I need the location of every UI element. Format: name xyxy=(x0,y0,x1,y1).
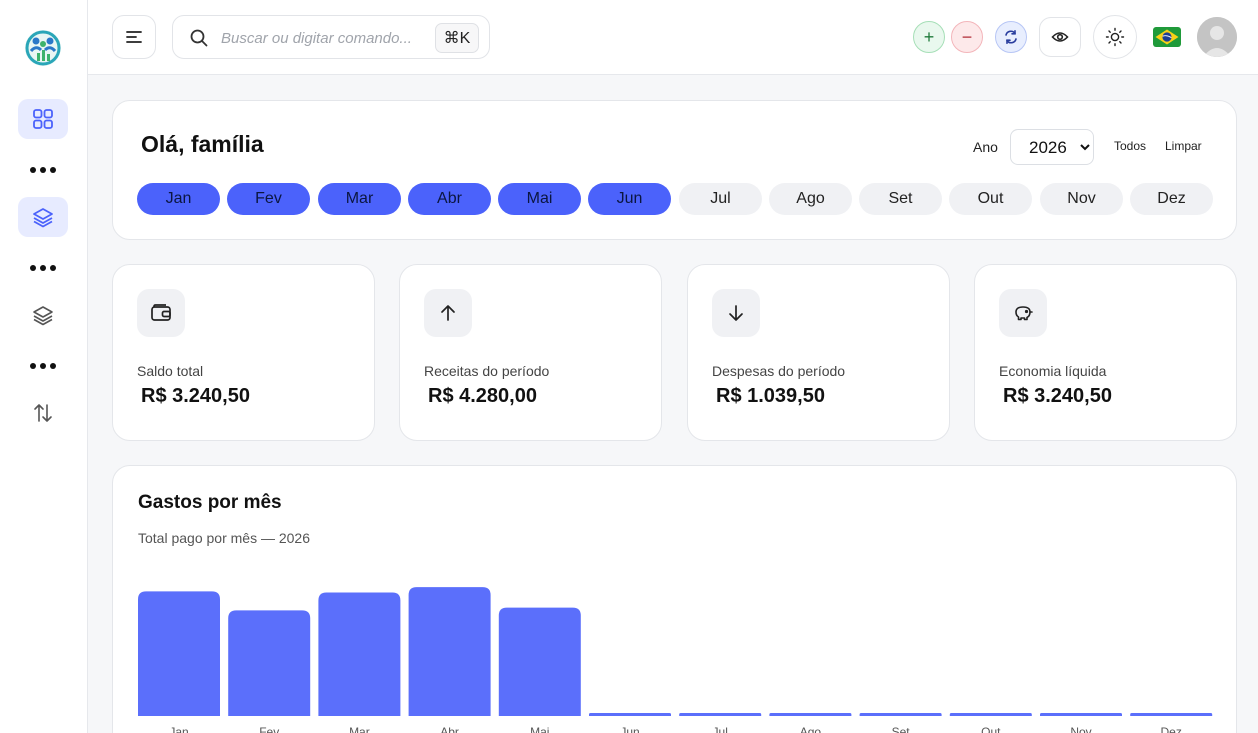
chart-x-tick-label: Abr xyxy=(440,725,459,733)
month-chip-jan[interactable]: Jan xyxy=(137,183,220,215)
search-icon xyxy=(190,29,208,47)
chart-bar-mar[interactable] xyxy=(318,592,401,717)
theme-toggle-button[interactable] xyxy=(1093,15,1137,59)
chart-x-tick-label: Jan xyxy=(169,725,188,733)
add-expense-button[interactable]: − xyxy=(951,21,983,53)
monthly-expenses-bar-chart: Jan Fev Mar Abr Mai Jun Jul Ago Set Out Nov Dez xyxy=(138,587,1213,733)
month-chips: Jan Fev Mar Abr Mai Jun Jul Ago Set Out … xyxy=(137,183,1213,215)
chart-bar-mai[interactable] xyxy=(498,607,581,716)
sort-arrows-icon xyxy=(34,404,52,422)
toggle-sidebar-button[interactable] xyxy=(112,15,156,59)
year-select[interactable]: 2026 xyxy=(1010,129,1094,165)
month-chip-set[interactable]: Set xyxy=(859,183,942,215)
chart-x-tick-label: Jul xyxy=(713,725,728,733)
sidebar-categories-button[interactable] xyxy=(18,295,68,335)
month-chip-out[interactable]: Out xyxy=(949,183,1032,215)
chart-x-tick-label: Dez xyxy=(1161,725,1182,733)
stat-value: R$ 3.240,50 xyxy=(1003,385,1112,407)
eye-icon xyxy=(1051,32,1069,42)
chart-x-tick-label: Jun xyxy=(620,725,639,733)
chart-bar-ago[interactable] xyxy=(769,713,852,716)
month-chip-nov[interactable]: Nov xyxy=(1040,183,1123,215)
chart-bar-set[interactable] xyxy=(859,713,942,716)
stat-label: Economia líquida xyxy=(999,363,1107,379)
sidebar-more-icon[interactable] xyxy=(30,263,56,273)
sync-button[interactable] xyxy=(995,21,1027,53)
chart-x-tick-label: Set xyxy=(892,725,911,733)
stat-value: R$ 4.280,00 xyxy=(428,385,537,407)
month-chip-ago[interactable]: Ago xyxy=(769,183,852,215)
chart-x-tick-label: Ago xyxy=(800,725,822,733)
chart-bar-jun[interactable] xyxy=(589,713,671,716)
piggy-bank-icon xyxy=(999,289,1047,337)
stat-label: Despesas do período xyxy=(712,363,846,379)
stat-label: Saldo total xyxy=(137,363,204,379)
sidebar-more-icon[interactable] xyxy=(30,361,56,371)
monthly-expenses-chart-card: Gastos por mês Total pago por mês — 2026… xyxy=(112,465,1237,733)
wallet-icon xyxy=(137,289,185,337)
shortcut-badge: ⌘K xyxy=(435,23,479,53)
chart-bar-out[interactable] xyxy=(949,713,1032,716)
sidebar-more-icon[interactable] xyxy=(30,165,56,175)
top-bar: ⌘K + − xyxy=(88,0,1258,75)
stat-value: R$ 3.240,50 xyxy=(141,385,250,407)
search-input[interactable] xyxy=(221,26,431,50)
layers-icon xyxy=(33,208,53,228)
user-avatar[interactable] xyxy=(1197,17,1237,57)
sidebar-transactions-button[interactable] xyxy=(18,393,68,433)
sidebar xyxy=(0,0,88,733)
chart-x-tick-label: Nov xyxy=(1070,725,1091,733)
stat-value: R$ 1.039,50 xyxy=(716,385,825,407)
month-chip-jul[interactable]: Jul xyxy=(679,183,762,215)
sidebar-layers-button[interactable] xyxy=(18,197,68,237)
chart-x-tick-label: Fev xyxy=(259,725,279,733)
chart-x-tick-label: Out xyxy=(981,725,1001,733)
user-avatar-icon xyxy=(1197,17,1237,57)
stat-card-income: Receitas do período R$ 4.280,00 xyxy=(399,264,662,441)
stat-label: Receitas do período xyxy=(424,363,550,379)
month-chip-mai[interactable]: Mai xyxy=(498,183,581,215)
grid-icon xyxy=(33,109,53,129)
month-chip-mar[interactable]: Mar xyxy=(318,183,401,215)
chart-x-tick-label: Mar xyxy=(349,725,370,733)
month-chip-jun[interactable]: Jun xyxy=(588,183,671,215)
clear-months-button[interactable]: Limpar xyxy=(1165,139,1202,153)
sidebar-dashboard-button[interactable] xyxy=(18,99,68,139)
year-label: Ano xyxy=(973,139,998,155)
chart-bar-jul[interactable] xyxy=(679,713,762,716)
family-logo-icon[interactable] xyxy=(24,29,62,67)
greeting-title: Olá, família xyxy=(141,131,264,157)
stat-card-savings: Economia líquida R$ 3.240,50 xyxy=(974,264,1237,441)
toggle-visibility-button[interactable] xyxy=(1039,17,1081,57)
arrow-up-icon xyxy=(424,289,472,337)
month-chip-abr[interactable]: Abr xyxy=(408,183,491,215)
chart-bar-fev[interactable] xyxy=(228,610,311,716)
arrow-down-icon xyxy=(712,289,760,337)
plus-icon: + xyxy=(923,26,935,47)
chart-bar-jan[interactable] xyxy=(138,591,220,716)
month-chip-dez[interactable]: Dez xyxy=(1130,183,1213,215)
chart-bar-abr[interactable] xyxy=(408,587,491,716)
month-chip-fev[interactable]: Fev xyxy=(227,183,310,215)
sync-icon xyxy=(1005,30,1017,44)
search-box[interactable]: ⌘K xyxy=(172,15,490,59)
period-filter-card: Olá, família Ano 2026 Todos Limpar Jan F… xyxy=(112,100,1237,240)
sun-icon xyxy=(1105,27,1125,47)
chart-bar-nov[interactable] xyxy=(1040,713,1122,716)
select-all-months-button[interactable]: Todos xyxy=(1114,139,1146,153)
minus-icon: − xyxy=(961,26,973,47)
add-income-button[interactable]: + xyxy=(913,21,945,53)
brazil-flag-icon[interactable] xyxy=(1153,27,1181,47)
chart-bar-dez[interactable] xyxy=(1130,713,1213,716)
stat-card-balance: Saldo total R$ 3.240,50 xyxy=(112,264,375,441)
menu-icon xyxy=(126,31,142,43)
chart-x-tick-label: Mai xyxy=(530,725,549,733)
layers-icon xyxy=(33,306,53,326)
stat-card-expenses: Despesas do período R$ 1.039,50 xyxy=(687,264,950,441)
